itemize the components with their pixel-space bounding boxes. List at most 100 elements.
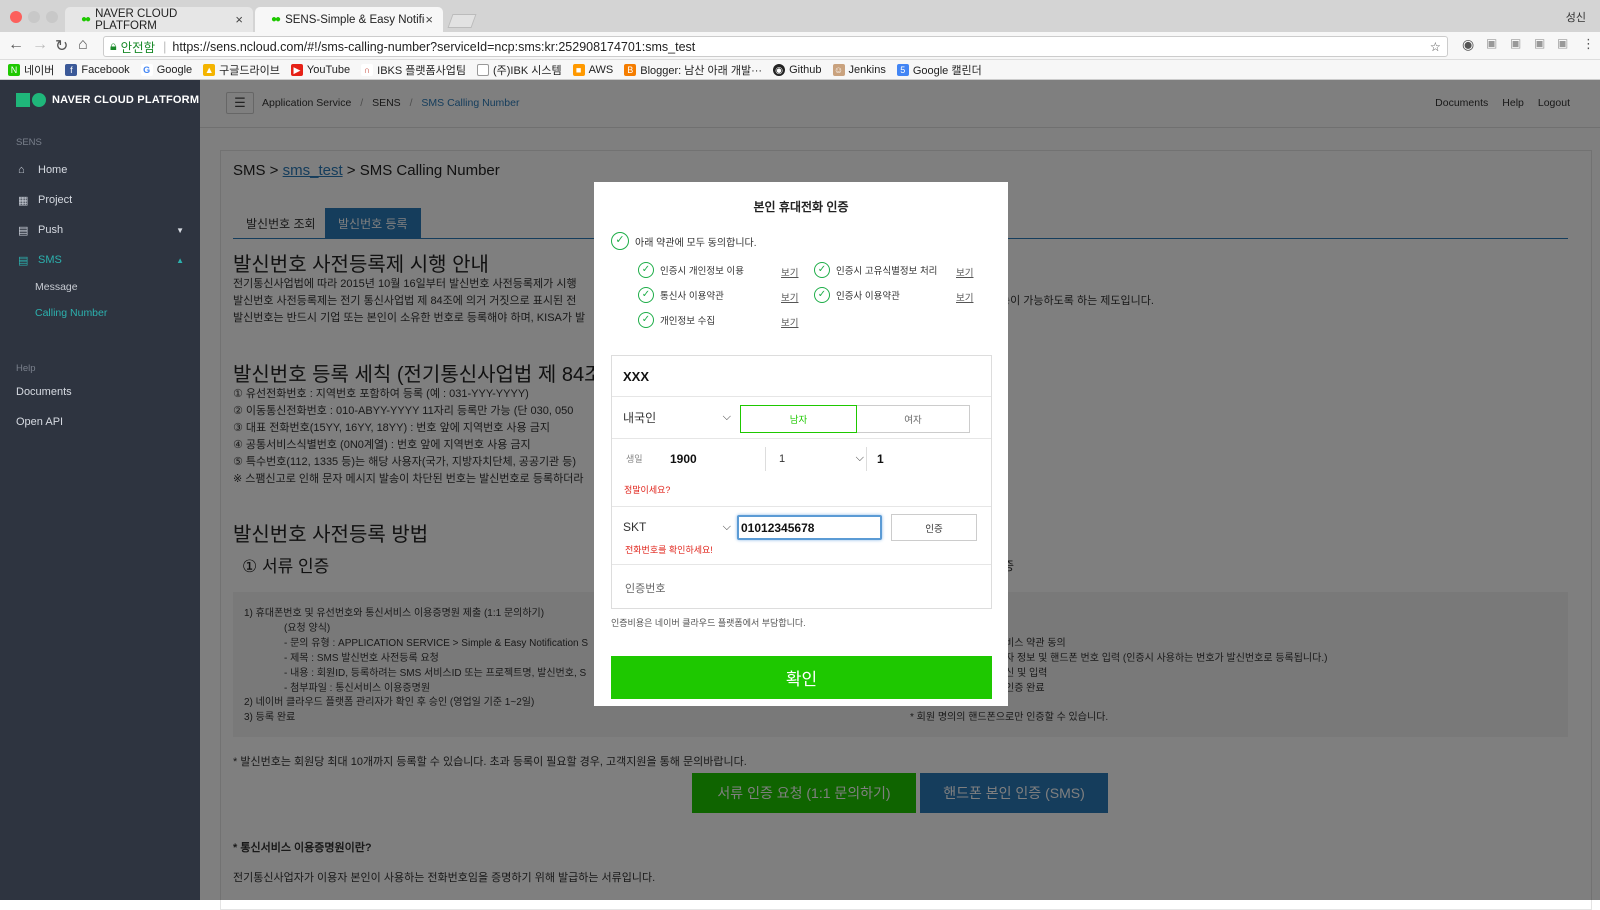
chevron-down-icon: ⌵	[855, 452, 864, 464]
browser-tab-title: SENS-Simple & Easy Notificati	[285, 13, 425, 26]
bookmark-star-icon[interactable]: ☆	[1430, 39, 1441, 54]
back-arrow-icon[interactable]: ←	[8, 36, 24, 54]
birth-error-message: 정말이세요?	[624, 485, 671, 495]
check-circle-icon: ✓	[814, 262, 830, 278]
gender-female-option[interactable]: 여자	[857, 405, 970, 433]
check-circle-icon: ✓	[638, 287, 654, 303]
logo-square-icon	[16, 93, 30, 107]
phone-error-message: 전화번호를 확인하세요!	[625, 545, 713, 555]
confirm-button[interactable]: 확인	[611, 656, 992, 699]
check-circle-icon: ✓	[814, 287, 830, 303]
sidebar-item-push[interactable]: ▤ Push ▼	[0, 216, 200, 244]
facebook-icon: f	[65, 63, 78, 76]
terms-view-link[interactable]: 보기	[781, 290, 798, 304]
extension-icon[interactable]: ▣	[1510, 36, 1521, 50]
birth-day-field[interactable]: 1	[877, 452, 884, 466]
forward-arrow-icon[interactable]: →	[32, 36, 48, 54]
new-tab-button[interactable]	[447, 14, 477, 28]
address-bar[interactable]: 🔒︎ 안전함 | https://sens.ncloud.com/#!/sms-…	[103, 36, 1448, 57]
secure-label: 안전함	[120, 41, 156, 55]
menu-dots-icon[interactable]: ⋮	[1582, 36, 1595, 52]
bookmark-item[interactable]: ■ AWS	[572, 63, 613, 76]
bookmark-item[interactable]: 5 Google 캘린더	[896, 62, 982, 78]
browser-tab[interactable]: ●● NAVER CLOUD PLATFORM ×	[65, 7, 253, 32]
bookmark-item[interactable]: ∩ IBKS 플랫폼사업팀	[361, 62, 466, 78]
sidebar-item-home[interactable]: ⌂ Home	[0, 156, 200, 184]
sidebar-item-calling-number[interactable]: Calling Number	[0, 300, 200, 326]
nationality-select[interactable]: 내국인 ⌵	[623, 409, 731, 426]
sidebar-section-help: Help	[16, 363, 36, 374]
bookmark-item[interactable]: f Facebook	[65, 63, 130, 76]
sidebar-item-message[interactable]: Message	[0, 274, 200, 300]
page-icon	[476, 63, 489, 76]
maximize-window-icon[interactable]	[46, 11, 58, 23]
browser-tab-strip: ●● NAVER CLOUD PLATFORM × ●● SENS-Simple…	[0, 0, 1600, 32]
terms-view-link[interactable]: 보기	[781, 265, 798, 279]
nationality-gender-row: 내국인 ⌵ 남자 여자	[612, 397, 991, 439]
google-icon: G	[140, 63, 153, 76]
url-text: https://sens.ncloud.com/#!/sms-calling-n…	[172, 39, 696, 54]
bookmark-item[interactable]: (주)IBK 시스템	[476, 62, 562, 78]
fee-note: 인증비용은 네이버 클라우드 플랫폼에서 부담합니다.	[611, 618, 806, 628]
extension-icon[interactable]: ▣	[1486, 36, 1497, 50]
reload-icon[interactable]: ↻	[55, 36, 68, 56]
birth-year-field[interactable]: 1900	[670, 452, 697, 466]
sidebar-section-sens: SENS	[16, 137, 42, 148]
extension-icon[interactable]: ◉	[1462, 36, 1474, 53]
phone-number-input[interactable]	[737, 515, 882, 540]
sidebar: NAVER CLOUD PLATFORM SENS ⌂ Home ▦ Project…	[0, 80, 200, 900]
github-icon: ◉	[773, 63, 786, 76]
close-window-icon[interactable]	[10, 11, 22, 23]
blogger-icon: B	[624, 63, 637, 76]
carrier-select[interactable]: SKT ⌵	[623, 520, 731, 534]
bookmark-item[interactable]: B Blogger: 남산 아래 개발···	[624, 62, 762, 78]
home-icon: ⌂	[18, 164, 25, 176]
terms-view-link[interactable]: 보기	[956, 265, 973, 279]
check-circle-icon: ✓	[611, 232, 629, 250]
chevron-down-icon: ⌵	[722, 520, 731, 533]
extension-icon[interactable]: ▣	[1557, 36, 1568, 50]
extension-icon[interactable]: ▣	[1534, 36, 1545, 50]
bookmark-item[interactable]: N 네이버	[8, 62, 54, 78]
bookmark-item[interactable]: ▲ 구글드라이브	[203, 62, 280, 78]
sidebar-item-sms[interactable]: ▤ SMS ▲	[0, 246, 200, 274]
bookmark-item[interactable]: ☺ Jenkins	[832, 63, 886, 76]
modal-title: 본인 휴대전화 인증	[753, 200, 849, 214]
name-field[interactable]: XXX	[623, 369, 649, 384]
verification-code-input[interactable]: 인증번호	[625, 580, 665, 596]
terms-checkbox[interactable]: ✓ 인증시 개인정보 이용	[638, 262, 744, 278]
bookmark-item[interactable]: G Google	[140, 63, 192, 76]
bookmark-item[interactable]: ▶ YouTube	[290, 63, 350, 76]
naver-cloud-logo[interactable]: NAVER CLOUD PLATFORM	[16, 93, 199, 107]
profile-name[interactable]: 성신	[1566, 9, 1586, 25]
bookmark-item[interactable]: ◉ Github	[773, 63, 822, 76]
terms-view-link[interactable]: 보기	[781, 315, 798, 329]
sidebar-item-documents[interactable]: Documents	[0, 378, 200, 406]
chevron-down-icon: ⌵	[722, 411, 731, 423]
terms-view-link[interactable]: 보기	[956, 290, 973, 304]
drive-icon: ▲	[203, 63, 216, 76]
home-icon[interactable]: ⌂	[78, 36, 88, 54]
terms-checkbox[interactable]: ✓ 인증사 이용약관	[814, 287, 900, 303]
calendar-icon: 5	[896, 63, 909, 76]
close-tab-icon[interactable]: ×	[425, 12, 433, 27]
terms-checkbox[interactable]: ✓ 개인정보 수집	[638, 312, 715, 328]
phone-row: SKT ⌵ 인증 전화번호를 확인하세요!	[612, 507, 991, 565]
terms-checkbox[interactable]: ✓ 인증시 고유식별정보 처리	[814, 262, 937, 278]
send-code-button[interactable]: 인증	[891, 514, 977, 541]
chat-icon: ▤	[18, 224, 29, 237]
sidebar-item-open-api[interactable]: Open API	[0, 408, 200, 436]
close-tab-icon[interactable]: ×	[235, 12, 243, 27]
name-row: XXX	[612, 356, 991, 397]
browser-tab-active[interactable]: ●● SENS-Simple & Easy Notificati ×	[255, 7, 443, 32]
gender-male-option[interactable]: 남자	[740, 405, 857, 433]
ibks-icon: ∩	[361, 63, 374, 76]
youtube-icon: ▶	[290, 63, 303, 76]
minimize-window-icon[interactable]	[28, 11, 40, 23]
aws-icon: ■	[572, 63, 585, 76]
terms-checkbox[interactable]: ✓ 통신사 이용약관	[638, 287, 724, 303]
phone-verification-modal: 본인 휴대전화 인증 ✓ 아래 약관에 모두 동의합니다. ✓ 인증시 개인정보…	[594, 182, 1008, 706]
sidebar-item-project[interactable]: ▦ Project	[0, 186, 200, 214]
agree-all-checkbox[interactable]: ✓ 아래 약관에 모두 동의합니다.	[611, 232, 757, 250]
birth-month-select[interactable]: 1 ⌵	[779, 452, 864, 465]
